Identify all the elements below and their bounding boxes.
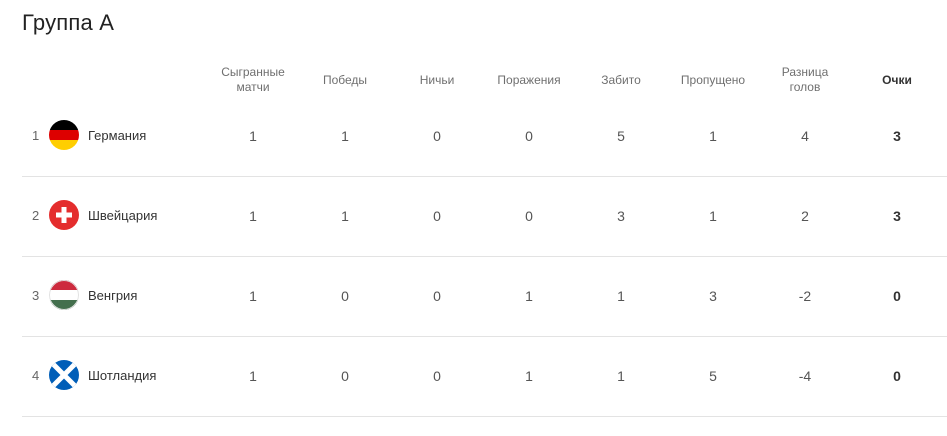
stat-goal-difference: 2 <box>801 208 809 224</box>
team-name[interactable]: Шотландия <box>88 336 156 416</box>
team-position: 2 <box>32 208 40 223</box>
stat-lost: 0 <box>525 208 533 224</box>
stat-won: 1 <box>341 208 349 224</box>
header-conceded: Пропущено <box>680 72 746 87</box>
team-position: 3 <box>32 288 40 303</box>
table-row: 3 Венгрия 1 0 0 1 1 3 -2 0 <box>22 256 947 337</box>
header-played: Сыгранные матчи <box>221 65 285 94</box>
header-lost: Поражения <box>497 72 561 87</box>
stat-goal-difference: -2 <box>798 288 812 304</box>
table-row: 2 Швейцария 1 1 0 0 3 1 2 3 <box>22 176 947 257</box>
stat-conceded: 1 <box>709 128 717 144</box>
header-draw: Ничьи <box>419 72 455 87</box>
stat-scored: 1 <box>617 368 625 384</box>
group-title: Группа А <box>22 10 115 35</box>
team-name[interactable]: Швейцария <box>88 176 157 256</box>
table-row: 4 Шотландия 1 0 0 1 1 5 -4 0 <box>22 336 947 417</box>
team-position: 1 <box>32 128 40 143</box>
team-name[interactable]: Германия <box>88 96 146 176</box>
team-name[interactable]: Венгрия <box>88 256 137 336</box>
stat-lost: 1 <box>525 288 533 304</box>
stat-won: 1 <box>341 128 349 144</box>
germany-flag-icon <box>49 120 79 150</box>
stat-conceded: 5 <box>709 368 717 384</box>
stat-goal-difference: 4 <box>801 128 809 144</box>
stat-scored: 3 <box>617 208 625 224</box>
stat-draw: 0 <box>433 208 441 224</box>
stat-lost: 1 <box>525 368 533 384</box>
header-goal-difference: Разница голов <box>781 65 829 94</box>
stat-points: 3 <box>893 128 901 144</box>
hungary-flag-icon <box>49 280 79 310</box>
stat-played: 1 <box>249 128 257 144</box>
stat-draw: 0 <box>433 128 441 144</box>
stat-played: 1 <box>249 368 257 384</box>
switzerland-flag-icon <box>49 200 79 230</box>
stat-scored: 5 <box>617 128 625 144</box>
stat-played: 1 <box>249 288 257 304</box>
team-position: 4 <box>32 368 40 383</box>
stat-lost: 0 <box>525 128 533 144</box>
header-won: Победы <box>322 72 368 87</box>
stat-won: 0 <box>341 368 349 384</box>
stat-draw: 0 <box>433 368 441 384</box>
table-header: Сыгранные матчи Победы Ничьи Поражения З… <box>0 62 947 98</box>
scotland-flag-icon <box>49 360 79 390</box>
stat-points: 0 <box>893 368 901 384</box>
stat-scored: 1 <box>617 288 625 304</box>
stat-points: 0 <box>893 288 901 304</box>
stat-draw: 0 <box>433 288 441 304</box>
stat-goal-difference: -4 <box>798 368 812 384</box>
header-points: Очки <box>882 72 912 87</box>
stat-conceded: 3 <box>709 288 717 304</box>
header-scored: Забито <box>601 72 641 87</box>
stat-points: 3 <box>893 208 901 224</box>
table-row: 1 Германия 1 1 0 0 5 1 4 3 <box>22 96 947 177</box>
stat-won: 0 <box>341 288 349 304</box>
stat-conceded: 1 <box>709 208 717 224</box>
stat-played: 1 <box>249 208 257 224</box>
